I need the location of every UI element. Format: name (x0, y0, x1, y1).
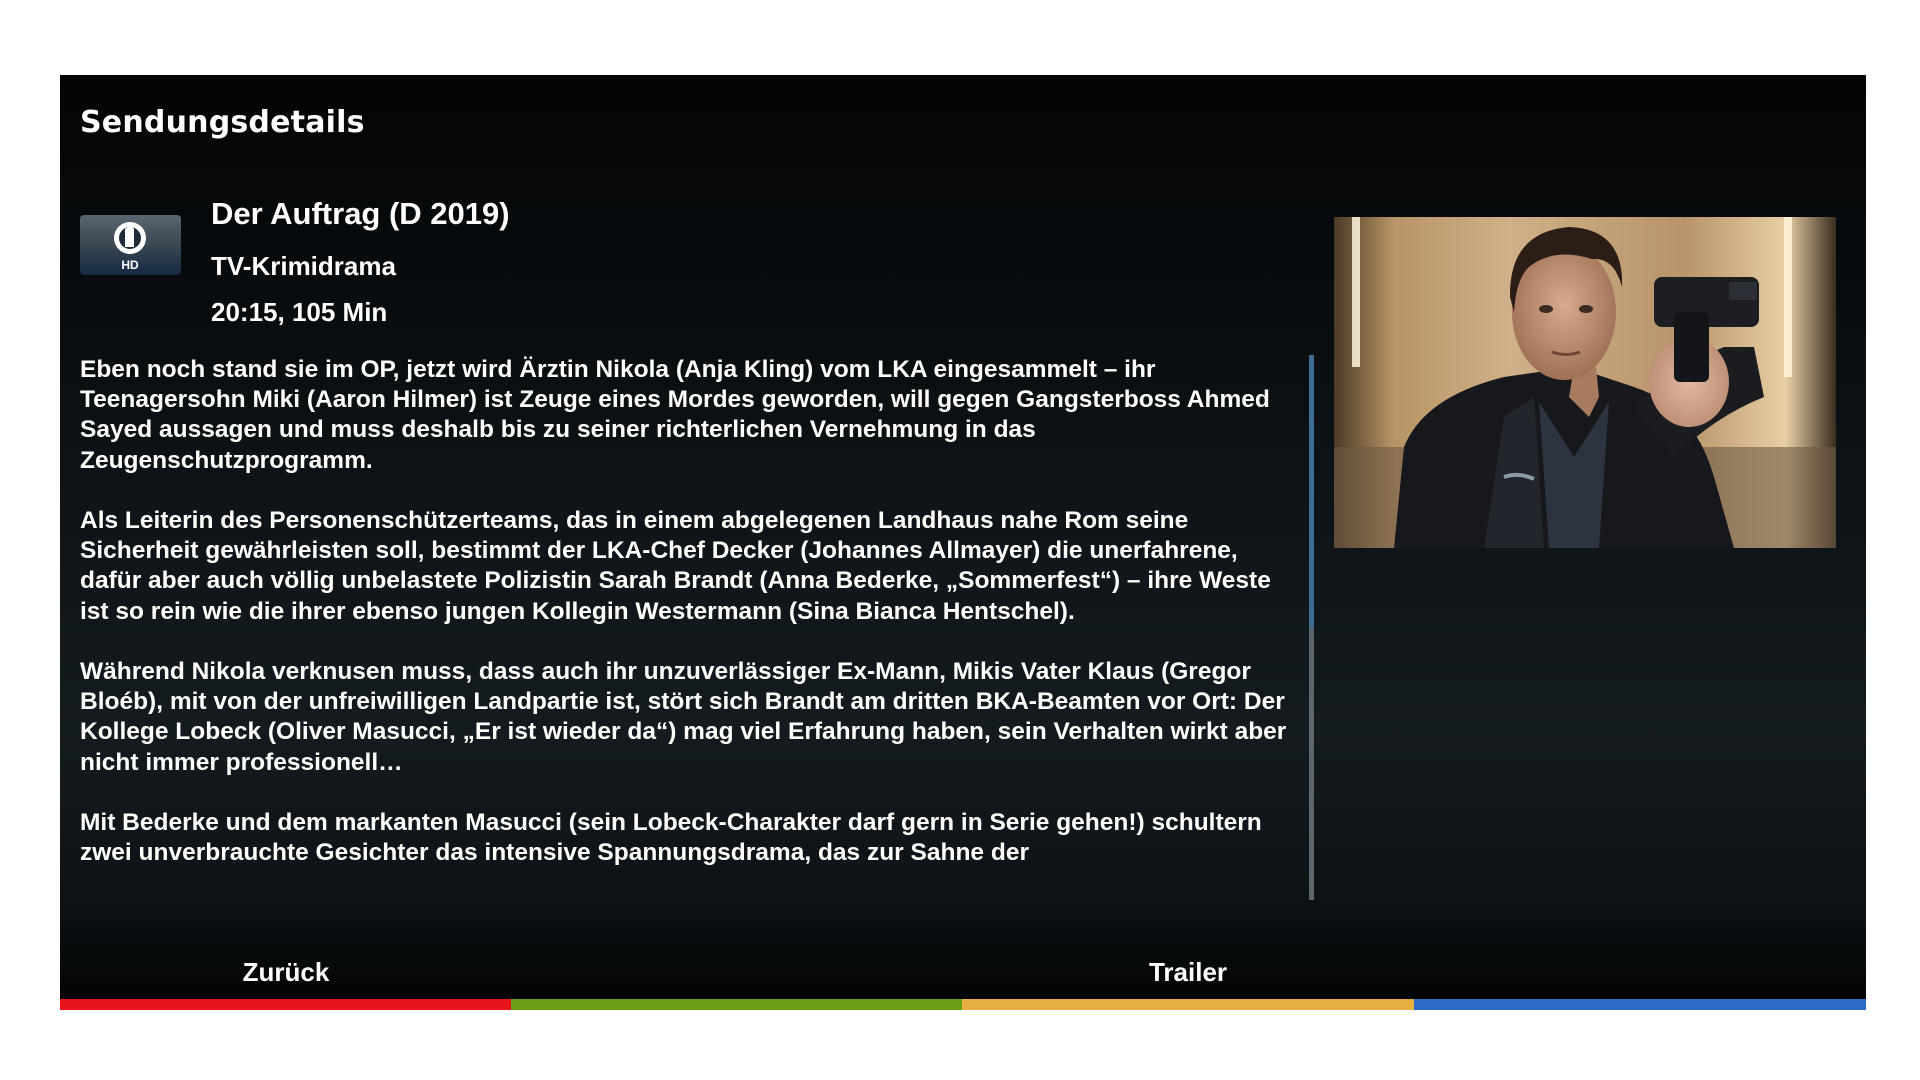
scrollbar-thumb[interactable] (1309, 355, 1314, 628)
program-details-panel: Sendungsdetails HD Der Auftrag (D 2019) … (60, 75, 1866, 1010)
back-button[interactable]: Zurück (60, 957, 512, 988)
trailer-button[interactable]: Trailer (962, 957, 1414, 988)
green-color-key (511, 999, 963, 1010)
description-paragraph: Eben noch stand sie im OP, jetzt wird Är… (80, 356, 1270, 474)
program-poster-image (1334, 217, 1836, 548)
program-title: Der Auftrag (D 2019) (211, 196, 510, 231)
blue-color-key (1414, 999, 1866, 1010)
program-time-duration: 20:15, 105 Min (211, 297, 388, 327)
description-paragraph: Mit Bederke und dem markanten Masucci (s… (80, 809, 1262, 867)
program-description[interactable]: Eben noch stand sie im OP, jetzt wird Är… (80, 355, 1300, 895)
red-color-key (60, 999, 512, 1010)
channel-logo: HD (80, 215, 181, 275)
description-paragraph: Als Leiterin des Personenschützerteams, … (80, 507, 1271, 625)
das-erste-logo-icon: HD (114, 222, 146, 272)
yellow-color-key (962, 999, 1414, 1010)
description-paragraph: Während Nikola verknusen muss, dass auch… (80, 658, 1287, 776)
hd-label: HD (121, 258, 139, 272)
panel-title: Sendungsdetails (80, 105, 365, 140)
program-genre: TV-Krimidrama (211, 251, 396, 281)
description-scrollbar[interactable] (1309, 355, 1314, 900)
